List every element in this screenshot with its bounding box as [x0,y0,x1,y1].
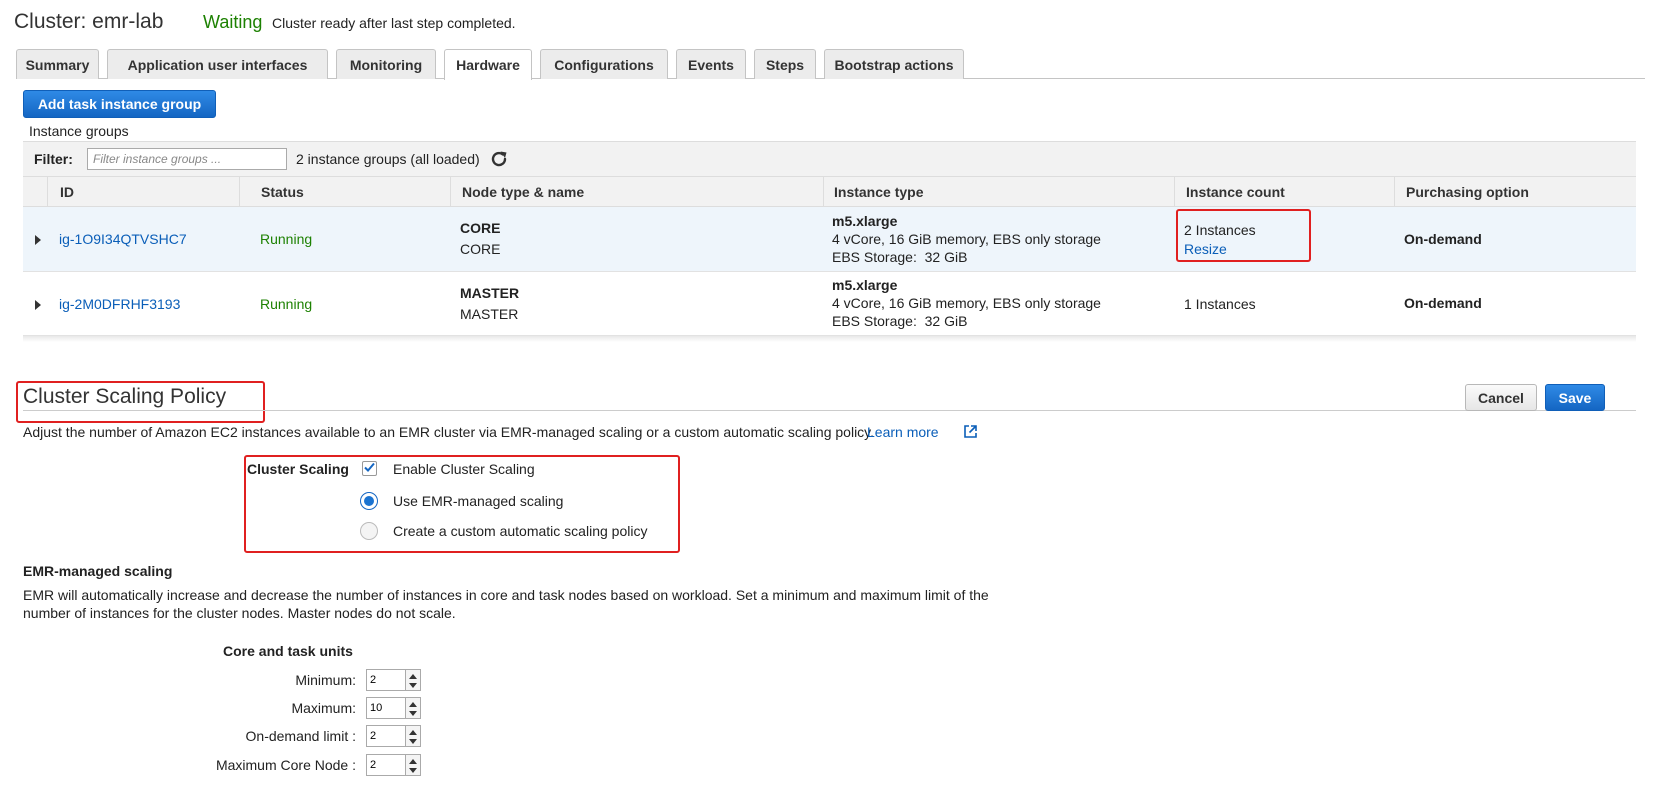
maximum-stepper[interactable] [366,697,422,719]
ebs-storage: EBS Storage: 32 GiB [832,249,968,265]
node-name: CORE [460,241,501,257]
managed-scaling-description: EMR will automatically increase and decr… [23,587,989,603]
cancel-button[interactable]: Cancel [1465,384,1537,411]
column-status[interactable]: Status [261,184,304,200]
ebs-storage: EBS Storage: 32 GiB [832,313,968,329]
expand-row-icon[interactable] [35,235,41,245]
filter-instance-groups-input[interactable] [87,148,287,170]
refresh-icon[interactable] [488,148,510,170]
divider [23,410,1636,411]
tab-bootstrap-actions[interactable]: Bootstrap actions [824,49,964,79]
learn-more-link[interactable]: Learn more [867,424,939,440]
node-type: MASTER [460,285,520,301]
on-demand-limit-label: On-demand limit : [245,728,356,744]
expand-row-icon[interactable] [35,300,41,310]
tab-bar: Summary Application user interfaces Moni… [16,49,1645,80]
instance-spec: 4 vCore, 16 GiB memory, EBS only storage [832,295,1101,311]
tab-steps[interactable]: Steps [754,49,816,79]
external-link-icon[interactable] [963,424,978,439]
highlight-cluster-scaling-options [244,455,680,553]
column-instance-count[interactable]: Instance count [1186,184,1285,200]
purchasing-option: On-demand [1404,231,1482,247]
managed-scaling-title: EMR-managed scaling [23,563,173,579]
filter-bar: Filter: 2 instance groups (all loaded) [23,141,1636,177]
instance-spec: 4 vCore, 16 GiB memory, EBS only storage [832,231,1101,247]
add-task-instance-group-button[interactable]: Add task instance group [23,90,216,118]
maximum-input[interactable] [366,697,406,719]
tab-application-user-interfaces[interactable]: Application user interfaces [107,49,328,79]
instance-groups-label: Instance groups [29,123,129,139]
status-running: Running [260,231,313,247]
maximum-core-node-spin-buttons[interactable] [406,754,421,776]
column-instance-type[interactable]: Instance type [834,184,923,200]
tab-configurations[interactable]: Configurations [540,49,668,79]
column-node-type[interactable]: Node type & name [462,184,584,200]
managed-scaling-description-cont: number of instances for the cluster node… [23,605,456,621]
table-header: ID Status Node type & name Instance type… [23,177,1636,207]
status-running: Running [260,296,313,312]
tab-monitoring[interactable]: Monitoring [336,49,436,79]
instance-group-id-link[interactable]: ig-2M0DFRHF3193 [59,296,180,312]
highlight-instance-count [1176,209,1311,262]
instance-type: m5.xlarge [832,277,898,293]
table-row: ig-1O9I34QTVSHC7 Running CORE CORE m5.xl… [23,207,1636,272]
core-task-units-title: Core and task units [223,643,353,659]
instance-group-id-link[interactable]: ig-1O9I34QTVSHC7 [59,231,187,247]
cluster-state-message: Cluster ready after last step completed. [272,15,516,31]
node-name: MASTER [460,306,519,322]
column-id[interactable]: ID [60,184,74,200]
node-type: CORE [460,220,501,236]
instance-count: 1 Instances [1184,296,1256,312]
instance-group-count: 2 instance groups (all loaded) [296,151,480,167]
highlight-policy-title [16,381,265,423]
minimum-stepper[interactable] [366,669,422,691]
maximum-core-node-stepper[interactable] [366,754,422,776]
minimum-spin-buttons[interactable] [406,669,421,691]
on-demand-limit-input[interactable] [366,725,406,747]
tab-events[interactable]: Events [676,49,746,79]
filter-label: Filter: [34,151,73,167]
maximum-label: Maximum: [291,700,356,716]
table-bottom-shadow [23,336,1636,342]
maximum-core-node-input[interactable] [366,754,406,776]
maximum-core-node-label: Maximum Core Node : [215,757,356,773]
tab-summary[interactable]: Summary [16,49,99,79]
maximum-spin-buttons[interactable] [406,697,421,719]
save-button[interactable]: Save [1545,384,1605,411]
minimum-input[interactable] [366,669,406,691]
cluster-state: Waiting [203,12,263,32]
tab-hardware[interactable]: Hardware [444,49,532,80]
on-demand-limit-spin-buttons[interactable] [406,725,421,747]
cluster-title: Cluster: emr-lab [14,10,164,33]
minimum-label: Minimum: [295,672,356,688]
column-purchasing-option[interactable]: Purchasing option [1406,184,1529,200]
purchasing-option: On-demand [1404,295,1482,311]
on-demand-limit-stepper[interactable] [366,725,422,747]
table-row: ig-2M0DFRHF3193 Running MASTER MASTER m5… [23,272,1636,336]
policy-description: Adjust the number of Amazon EC2 instance… [23,424,875,440]
instance-type: m5.xlarge [832,213,898,229]
